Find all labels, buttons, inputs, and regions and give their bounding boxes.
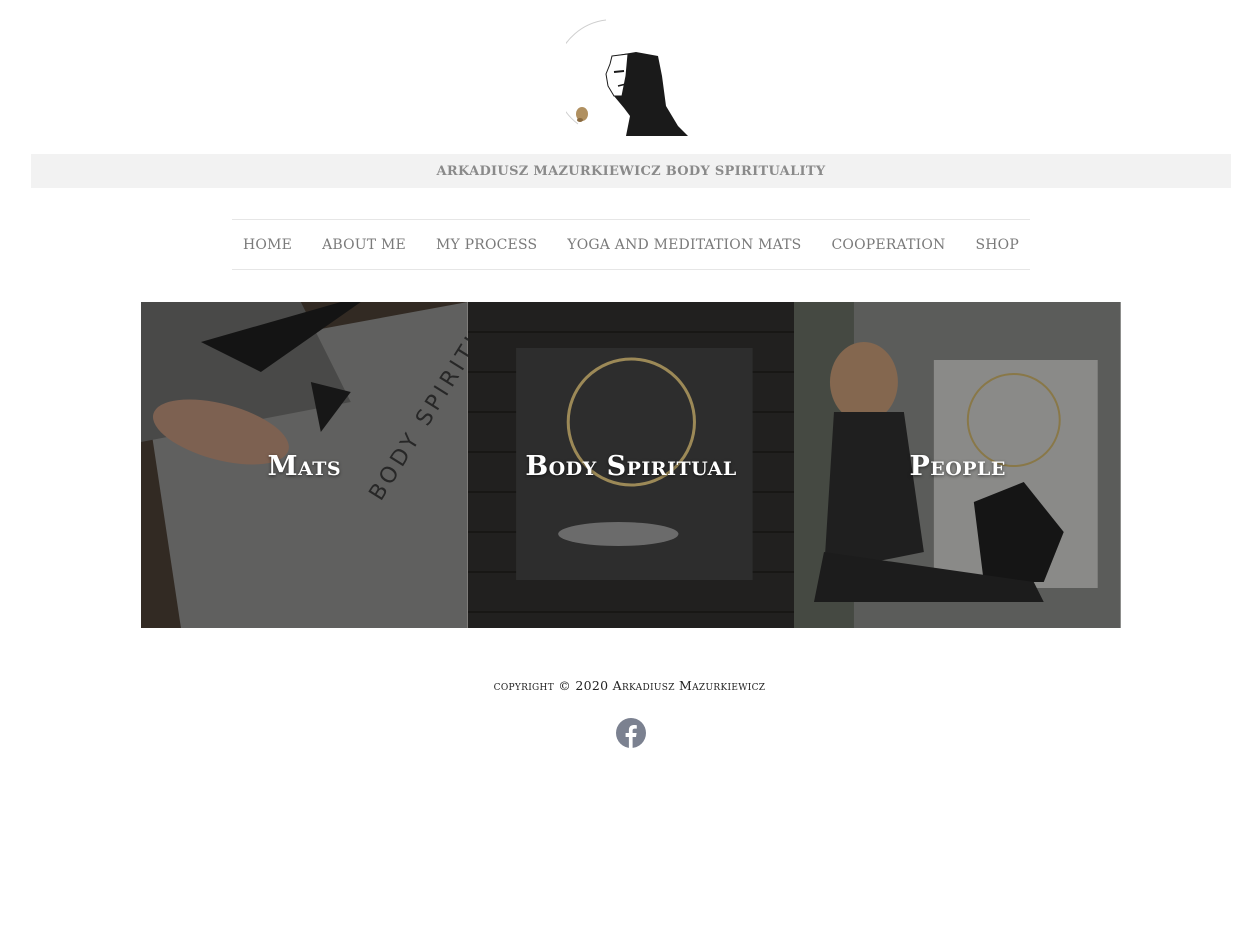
facebook-icon[interactable] — [616, 718, 646, 748]
nav-item-yoga-and-meditation-mats[interactable]: YOGA AND MEDITATION MATS — [567, 237, 801, 253]
nav-item-shop[interactable]: SHOP — [975, 237, 1019, 253]
nav-item-my-process[interactable]: MY PROCESS — [436, 237, 537, 253]
nav-item-about-me[interactable]: ABOUT ME — [322, 237, 406, 253]
tile-mats[interactable]: BODY SPIRITUALITY Mats — [141, 302, 468, 628]
site-tagline: ARKADIUSZ MAZURKIEWICZ BODY SPIRITUALITY — [436, 163, 826, 179]
nav-item-home[interactable]: HOME — [243, 237, 292, 253]
tile-body-spiritual-title: Body Spiritual — [525, 450, 737, 482]
site-logo[interactable] — [554, 16, 692, 138]
nav-item-cooperation[interactable]: COOPERATION — [831, 237, 945, 253]
tile-mats-title: Mats — [267, 450, 342, 482]
tile-people[interactable]: People — [794, 302, 1122, 628]
main-navigation: HOME ABOUT ME MY PROCESS YOGA AND MEDITA… — [232, 219, 1030, 270]
tile-people-title: People — [909, 450, 1006, 482]
footer-copyright: copyright © 2020 Arkadiusz Mazurkiewicz — [493, 678, 766, 693]
tagline-bar: ARKADIUSZ MAZURKIEWICZ BODY SPIRITUALITY — [31, 154, 1231, 188]
tile-body-spiritual[interactable]: Body Spiritual — [467, 302, 795, 628]
logo-portrait-image — [554, 19, 688, 136]
category-tiles: BODY SPIRITUALITY Mats Body Spiritual — [141, 302, 1122, 628]
